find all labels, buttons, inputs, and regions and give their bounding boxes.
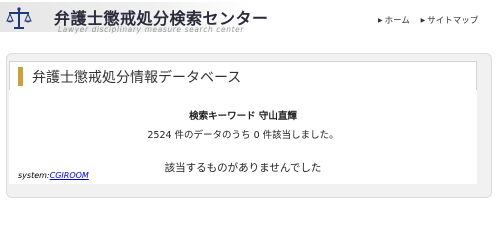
page-title: 弁護士懲戒処分情報データベース	[32, 70, 242, 86]
search-results: 検索キーワード 守山直輝 2524 件のデータのうち 0 件該当しました。 該当…	[9, 90, 477, 184]
top-nav: ▶ ホーム ▶ サイトマップ	[378, 14, 486, 26]
triangle-right-icon: ▶	[420, 17, 426, 24]
system-credit: system:CGIROOM	[18, 171, 89, 180]
nav-link-home[interactable]: ▶ ホーム	[378, 16, 410, 26]
nav-link-sitemap-label: サイトマップ	[427, 16, 479, 26]
nav-link-home-label: ホーム	[384, 16, 410, 26]
site-header: 弁護士懲戒処分検索センター Lawyer disciplinary measur…	[0, 0, 500, 40]
search-keyword: 検索キーワード 守山直輝	[189, 111, 297, 122]
result-count: 2524 件のデータのうち 0 件該当しました。	[147, 130, 339, 141]
triangle-right-icon: ▶	[378, 17, 383, 24]
site-subtitle: Lawyer disciplinary measure search cente…	[58, 25, 245, 34]
page-title-bar: 弁護士懲戒処分情報データベース	[9, 61, 477, 92]
nav-link-sitemap[interactable]: ▶ サイトマップ	[421, 16, 479, 26]
logo-banner[interactable]: 弁護士懲戒処分検索センター Lawyer disciplinary measur…	[0, 2, 268, 34]
title-accent-bar	[18, 67, 23, 86]
system-label: system:	[18, 171, 50, 180]
system-link[interactable]: CGIROOM	[50, 171, 89, 180]
scales-of-justice-icon	[6, 7, 32, 29]
